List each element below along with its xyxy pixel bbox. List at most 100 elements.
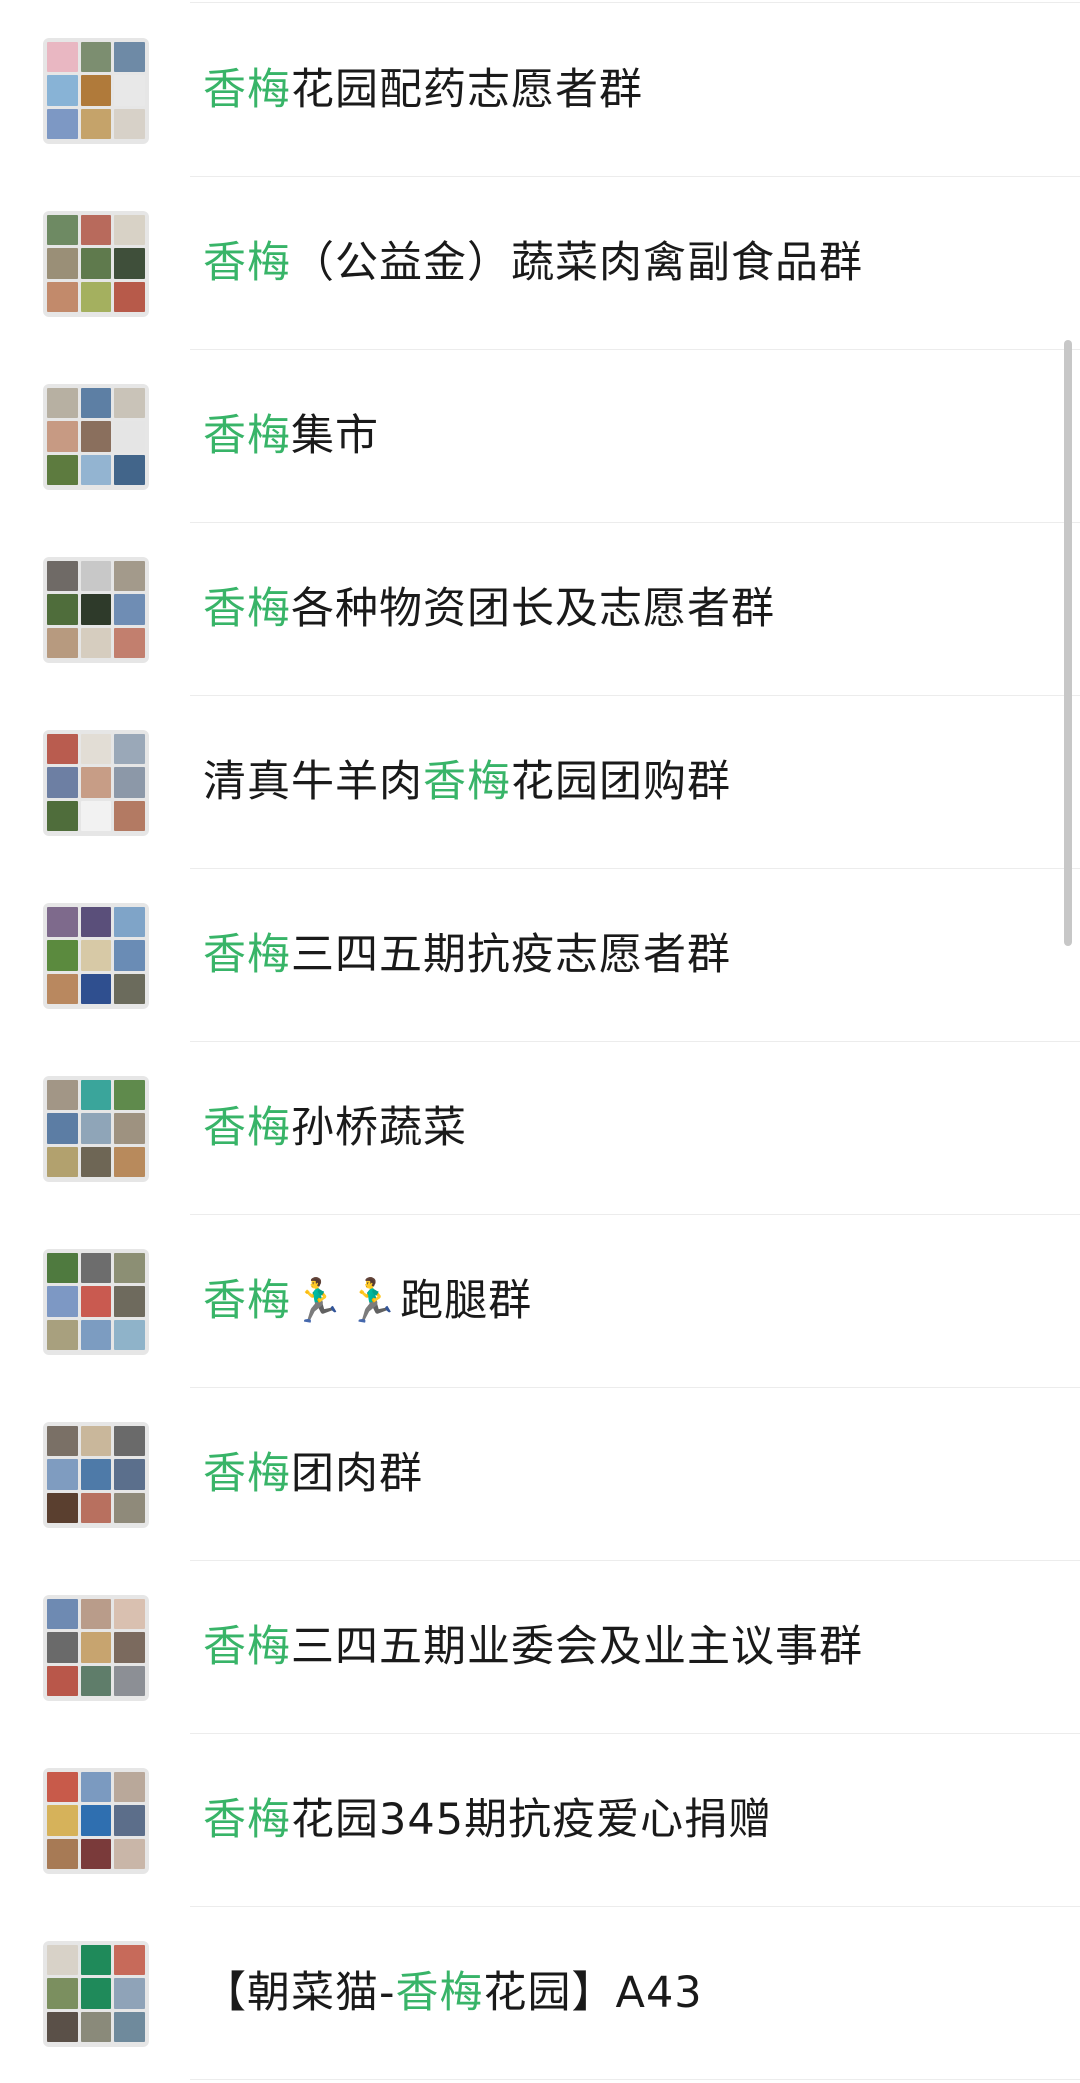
search-keyword-highlight: 香梅: [203, 238, 291, 288]
member-avatar-thumbnail: [47, 281, 78, 313]
member-avatar-thumbnail: [47, 248, 78, 279]
group-name-text: 清真牛羊肉: [203, 757, 423, 807]
member-avatar-thumbnail: [114, 1459, 145, 1490]
member-avatar-thumbnail: [80, 627, 112, 659]
group-name-text: 花园】A43: [483, 1968, 703, 2018]
group-avatar: [43, 729, 149, 836]
member-avatar-thumbnail: [47, 75, 78, 106]
member-avatar-thumbnail: [114, 940, 145, 971]
group-chat-row[interactable]: 香梅三四五期抗疫志愿者群: [0, 869, 1080, 1042]
group-name: 【朝菜猫-香梅花园】A43: [203, 1972, 703, 2015]
member-avatar-thumbnail: [47, 1459, 78, 1490]
group-name-text: 花园团购群: [511, 757, 731, 807]
member-avatar-thumbnail: [80, 594, 112, 625]
member-avatar-thumbnail: [114, 767, 145, 798]
group-chat-row[interactable]: 香梅孙桥蔬菜: [0, 1042, 1080, 1215]
member-avatar-thumbnail: [47, 1252, 78, 1284]
member-avatar-thumbnail: [47, 627, 78, 659]
group-chat-row[interactable]: 香梅花园345期抗疫爱心捐赠: [0, 1734, 1080, 1907]
member-avatar-thumbnail: [47, 214, 78, 246]
member-avatar-thumbnail: [114, 733, 145, 765]
group-avatar: [43, 1075, 149, 1182]
member-avatar-thumbnail: [47, 1805, 78, 1836]
member-avatar-thumbnail: [114, 1425, 145, 1457]
search-keyword-highlight: 香梅: [203, 411, 291, 461]
search-keyword-highlight: 香梅: [203, 65, 291, 115]
group-name: 香梅花园345期抗疫爱心捐赠: [203, 1799, 772, 1842]
group-chat-row[interactable]: 香梅（公益金）蔬菜肉禽副食品群: [0, 177, 1080, 350]
member-avatar-thumbnail: [47, 1146, 78, 1178]
member-avatar-thumbnail: [80, 248, 112, 279]
group-name: 香梅集市: [203, 415, 379, 458]
member-avatar-thumbnail: [80, 1492, 112, 1524]
group-chat-row[interactable]: 【朝菜猫-香梅花园】A43: [0, 1907, 1080, 2080]
member-avatar-thumbnail: [47, 906, 78, 938]
group-name-text: 三四五期业委会及业主议事群: [291, 1622, 863, 1672]
search-keyword-highlight: 香梅: [203, 1622, 291, 1672]
group-name: 香梅各种物资团长及志愿者群: [203, 588, 775, 631]
member-avatar-thumbnail: [80, 940, 112, 971]
group-name-text: 团肉群: [291, 1449, 423, 1499]
group-name: 香梅三四五期业委会及业主议事群: [203, 1626, 863, 1669]
group-chat-row[interactable]: 香梅团肉群: [0, 1388, 1080, 1561]
member-avatar-thumbnail: [47, 1492, 78, 1524]
member-avatar-thumbnail: [80, 1459, 112, 1490]
group-name: 香梅三四五期抗疫志愿者群: [203, 934, 731, 977]
member-avatar-thumbnail: [114, 1771, 145, 1803]
member-avatar-thumbnail: [80, 1252, 112, 1284]
member-avatar-thumbnail: [114, 1492, 145, 1524]
group-name-text: 各种物资团长及志愿者群: [291, 584, 775, 634]
member-avatar-thumbnail: [47, 41, 78, 73]
group-avatar: [43, 1248, 149, 1355]
member-avatar-thumbnail: [47, 1113, 78, 1144]
member-avatar-thumbnail: [80, 421, 112, 452]
search-keyword-highlight: 香梅: [423, 757, 511, 807]
group-chat-row[interactable]: 香梅三四五期业委会及业主议事群: [0, 1561, 1080, 1734]
search-keyword-highlight: 香梅: [203, 930, 291, 980]
member-avatar-thumbnail: [47, 1079, 78, 1111]
member-avatar-thumbnail: [47, 1319, 78, 1351]
member-avatar-thumbnail: [114, 1944, 145, 1976]
member-avatar-thumbnail: [114, 1665, 145, 1697]
scrollbar[interactable]: [1064, 340, 1072, 946]
member-avatar-thumbnail: [114, 1319, 145, 1351]
group-avatar: [43, 1940, 149, 2047]
group-chat-row[interactable]: 香梅花园配药志愿者群: [0, 4, 1080, 177]
group-chat-row[interactable]: 香梅🏃‍♂️🏃‍♂️跑腿群: [0, 1215, 1080, 1388]
member-avatar-thumbnail: [80, 1598, 112, 1630]
group-avatar: [43, 556, 149, 663]
group-name-text: 集市: [291, 411, 379, 461]
search-keyword-highlight: 香梅: [203, 1276, 291, 1326]
member-avatar-thumbnail: [80, 2011, 112, 2043]
member-avatar-thumbnail: [80, 1113, 112, 1144]
member-avatar-thumbnail: [114, 1805, 145, 1836]
member-avatar-thumbnail: [114, 594, 145, 625]
member-avatar-thumbnail: [114, 75, 145, 106]
group-name: 香梅（公益金）蔬菜肉禽副食品群: [203, 242, 863, 285]
group-name-text: 花园配药志愿者群: [291, 65, 643, 115]
group-search-results[interactable]: 香梅花园配药志愿者群 香梅（公益金）蔬菜肉禽副食品群 香梅集市 香梅各种物资团长及志愿…: [0, 0, 1080, 2083]
member-avatar-thumbnail: [114, 1079, 145, 1111]
member-avatar-thumbnail: [114, 1978, 145, 2009]
group-chat-row[interactable]: 香梅各种物资团长及志愿者群: [0, 523, 1080, 696]
search-keyword-highlight: 香梅: [395, 1968, 484, 2018]
group-name-text: （公益金）蔬菜肉禽副食品群: [291, 238, 863, 288]
member-avatar-thumbnail: [80, 767, 112, 798]
member-avatar-thumbnail: [47, 1286, 78, 1317]
member-avatar-thumbnail: [47, 421, 78, 452]
member-avatar-thumbnail: [80, 75, 112, 106]
member-avatar-thumbnail: [47, 1632, 78, 1663]
member-avatar-thumbnail: [80, 108, 112, 140]
group-avatar: [43, 210, 149, 317]
member-avatar-thumbnail: [47, 800, 78, 832]
group-chat-row[interactable]: 清真牛羊肉香梅花园团购群: [0, 696, 1080, 869]
member-avatar-thumbnail: [47, 2011, 78, 2043]
member-avatar-thumbnail: [114, 454, 145, 486]
member-avatar-thumbnail: [47, 1771, 78, 1803]
group-name-text: 三四五期抗疫志愿者群: [291, 930, 731, 980]
group-chat-row[interactable]: 香梅集市: [0, 350, 1080, 523]
member-avatar-thumbnail: [114, 421, 145, 452]
member-avatar-thumbnail: [114, 560, 145, 592]
member-avatar-thumbnail: [47, 594, 78, 625]
member-avatar-thumbnail: [114, 2011, 145, 2043]
